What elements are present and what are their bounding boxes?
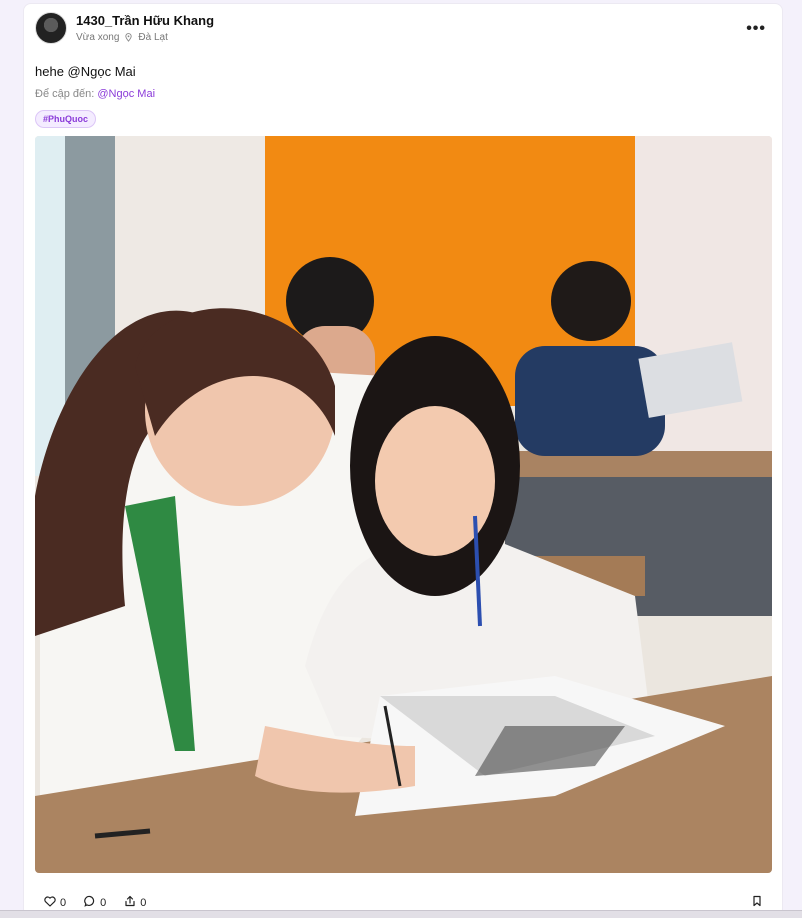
comment-button[interactable]: 0: [84, 895, 106, 910]
author-name[interactable]: 1430_Trần Hữu Khang: [76, 13, 214, 29]
post-time: Vừa xong: [76, 32, 120, 43]
pin-icon: [124, 33, 133, 42]
bookmark-icon: [752, 894, 762, 911]
share-icon: [124, 895, 136, 910]
like-button[interactable]: 0: [44, 895, 67, 910]
hashtag-badge[interactable]: #PhuQuoc: [35, 110, 97, 128]
photo-illustration: [35, 136, 772, 873]
like-count: 0: [60, 896, 67, 909]
post-card: 1430_Trần Hữu Khang Vừa xong Đà Lạt ••• …: [23, 3, 783, 917]
mentions-line: Để cập đến: @Ngọc Mai: [35, 88, 775, 100]
share-button[interactable]: 0: [124, 895, 146, 910]
post-photo[interactable]: [35, 136, 772, 873]
more-options-button[interactable]: •••: [746, 21, 766, 37]
comment-icon: [84, 895, 96, 910]
comment-count: 0: [100, 896, 107, 909]
mention-link[interactable]: @Ngọc Mai: [97, 88, 155, 100]
post-actions: 0 0 0: [44, 895, 146, 910]
mentions-label: Để cập đến:: [35, 88, 95, 100]
post-text: hehe @Ngọc Mai: [35, 64, 136, 79]
avatar[interactable]: [35, 12, 67, 44]
post-meta: Vừa xong Đà Lạt: [76, 32, 214, 43]
author-block: 1430_Trần Hữu Khang Vừa xong Đà Lạt: [76, 13, 214, 43]
share-count: 0: [140, 896, 147, 909]
post-location: Đà Lạt: [138, 32, 168, 43]
post-content: hehe @Ngọc Mai Để cập đến: @Ngọc Mai #Ph…: [35, 64, 775, 128]
post-header: 1430_Trần Hữu Khang Vừa xong Đà Lạt: [35, 12, 214, 44]
heart-icon: [44, 895, 56, 910]
